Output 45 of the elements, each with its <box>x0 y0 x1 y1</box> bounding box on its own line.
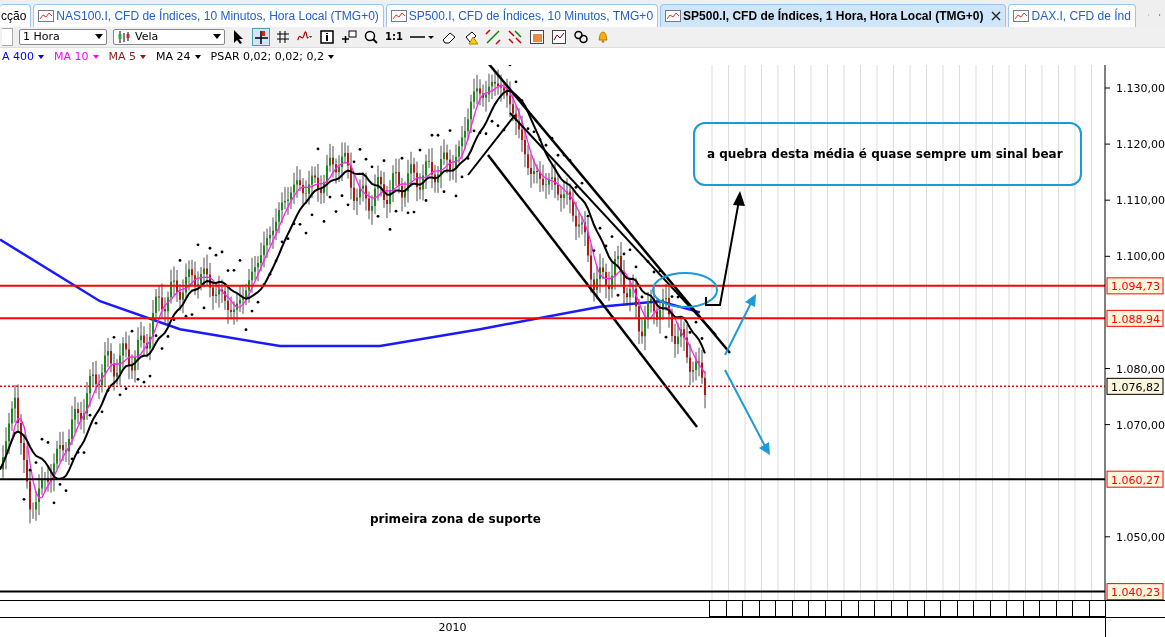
indicator-label[interactable]: A 400 <box>2 50 45 64</box>
link-icon[interactable] <box>572 28 589 45</box>
chart-icon <box>1013 10 1030 22</box>
chart-icon <box>390 10 407 22</box>
template-icon[interactable] <box>528 28 545 45</box>
axis-label: 1.120,00 <box>1116 138 1165 152</box>
annotation-text: primeira zona de suporte <box>370 512 541 527</box>
chart-icon <box>665 10 682 22</box>
indicator-label[interactable]: MA 24 <box>156 50 201 64</box>
indicator-label[interactable]: MA 5 <box>108 50 147 64</box>
axis-label: 1.070,00 <box>1116 419 1165 433</box>
chart-tab[interactable]: NAS100.I, CFD de Índices, 10 Minutos, Hora Local (TMG+0) <box>33 4 384 27</box>
highlight-ellipse <box>652 272 718 309</box>
chart-icon <box>38 10 55 22</box>
axis-label: 1.080,00 <box>1116 362 1165 376</box>
grid-icon[interactable] <box>275 28 291 45</box>
chart-tab[interactable]: cção <box>0 4 32 27</box>
candlestick-icon <box>117 29 131 44</box>
price-level-label: 1.088,94 <box>1106 310 1164 328</box>
chart-tab[interactable]: DAX.I, CFD de Índ <box>1008 4 1136 27</box>
actual-size-button[interactable]: 1:1 <box>385 31 403 43</box>
axis-label: 1.050,00 <box>1116 531 1165 545</box>
trend-line-icon[interactable] <box>484 28 501 45</box>
axis-label: 1.110,00 <box>1116 194 1165 208</box>
close-icon[interactable] <box>991 11 1002 21</box>
price-level-label: 1.060,27 <box>1106 471 1164 489</box>
chart-window-icon[interactable] <box>550 28 567 45</box>
info-icon[interactable] <box>319 28 335 45</box>
chart-tab[interactable]: SP500.I, CFD de Índices, 1 Hora, Hora Local (TMG+0) <box>660 4 1007 27</box>
chart-tab[interactable]: SP500.I, CFD de Índices, 10 Minutos, TMG+0 <box>385 4 659 27</box>
chart-type-dropdown[interactable]: Vela <box>113 28 225 45</box>
fibonacci-icon[interactable] <box>506 28 523 45</box>
indicator-label[interactable]: PSAR 0,02; 0,02; 0,2 <box>210 50 334 64</box>
crosshair-icon[interactable] <box>253 28 269 45</box>
axis-label: 1.130,00 <box>1116 82 1165 96</box>
price-level-label: 1.094,73 <box>1106 277 1164 295</box>
period-dropdown[interactable]: 1 Hora <box>19 28 107 45</box>
axis-label: 1.100,00 <box>1116 250 1165 264</box>
price-level-label: 1.076,82 <box>1106 378 1164 396</box>
axis-label: 2010 <box>438 621 467 635</box>
zoom-icon[interactable] <box>363 28 379 45</box>
annotation-callout: a quebra desta média é quase sempre um sinal bear <box>693 122 1082 187</box>
add-note-icon[interactable] <box>341 28 357 45</box>
price-level-label: 1.040,23 <box>1106 583 1164 601</box>
input-field[interactable] <box>2 27 13 46</box>
